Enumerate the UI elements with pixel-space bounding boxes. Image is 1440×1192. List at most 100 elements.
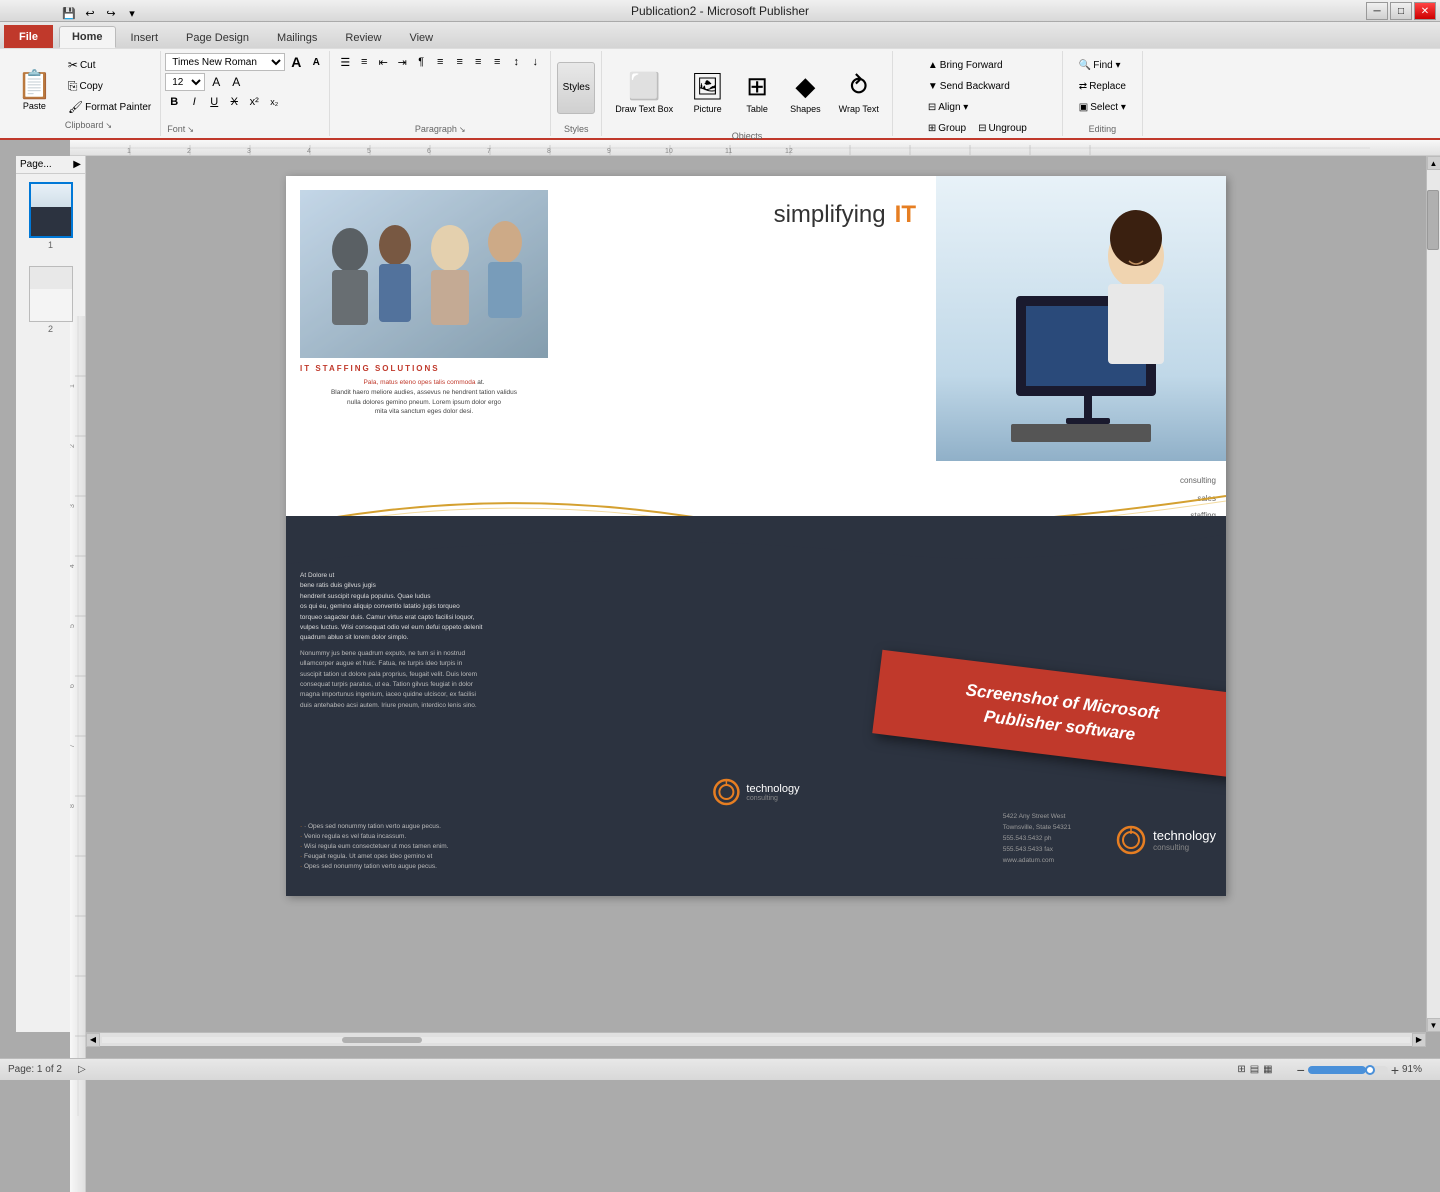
align-right-button[interactable]: ≡ [469, 53, 487, 71]
zoom-plus-button[interactable]: + [1391, 1062, 1399, 1078]
font-color-button[interactable]: A [207, 73, 225, 91]
send-backward-icon: ▼ [928, 81, 938, 92]
wrap-text-button[interactable]: ⥁ Wrap Text [832, 57, 886, 129]
editing-label: Editing [1089, 124, 1117, 134]
page-1-thumb[interactable]: 1 [27, 180, 75, 252]
font-expand-icon[interactable]: ↘ [187, 125, 194, 134]
scroll-thumb-h[interactable] [342, 1037, 422, 1043]
align-center-button[interactable]: ≡ [450, 53, 468, 71]
zoom-fill [1308, 1066, 1366, 1074]
styles-button[interactable]: Styles [557, 62, 595, 114]
superscript-button[interactable]: x² [245, 93, 263, 111]
horizontal-scrollbar[interactable]: ◀ ▶ [86, 1032, 1426, 1046]
bold-button[interactable]: B [165, 93, 183, 111]
close-button[interactable]: ✕ [1414, 2, 1436, 20]
paste-icon: 📋 [17, 68, 52, 101]
bring-forward-button[interactable]: ▲ Bring Forward [923, 55, 1032, 75]
editing-group: 🔍 Find ▾ ⇄ Replace ▣ Select ▾ Editing [1063, 51, 1143, 136]
pilcrow-button[interactable]: ¶ [412, 53, 430, 71]
scroll-up-button[interactable]: ▲ [1427, 156, 1440, 170]
scroll-down-button[interactable]: ▼ [1427, 1018, 1440, 1032]
view-3-button[interactable]: ▦ [1263, 1064, 1272, 1075]
copy-button[interactable]: ⎘ Copy [63, 76, 156, 96]
review-tab[interactable]: Review [332, 27, 394, 48]
underline-button[interactable]: U [205, 93, 223, 111]
mailings-tab[interactable]: Mailings [264, 27, 330, 48]
table-label: Table [746, 104, 768, 115]
qat-more-button[interactable]: ▾ [123, 4, 141, 22]
select-button[interactable]: ▣ Select ▾ [1074, 97, 1131, 117]
numbering-button[interactable]: ≡ [355, 53, 373, 71]
insert-tab[interactable]: Insert [118, 27, 172, 48]
group-icon: ⊞ [928, 123, 936, 134]
draw-text-box-icon: ⬜ [628, 71, 660, 102]
font-size-shrink-button[interactable]: A [307, 53, 325, 71]
text-direction-button[interactable]: ↓ [526, 53, 544, 71]
cut-icon: ✂ [68, 58, 78, 72]
page-2-thumb[interactable]: 2 [27, 264, 75, 336]
subscript-button[interactable]: x₂ [265, 93, 283, 111]
font-size-select[interactable]: 12 [165, 73, 205, 91]
save-button[interactable]: 💾 [60, 4, 78, 22]
view-2-button[interactable]: ▤ [1250, 1064, 1259, 1075]
font-family-select[interactable]: Times New Roman [165, 53, 285, 71]
svg-text:6: 6 [70, 684, 76, 688]
svg-text:3: 3 [70, 504, 76, 508]
strikethrough-button[interactable]: X [225, 93, 243, 111]
bullets-button[interactable]: ☰ [336, 53, 354, 71]
align-button[interactable]: ⊟ Align ▾ [923, 97, 1032, 117]
picture-button[interactable]: 🖼 Picture [684, 57, 731, 129]
zoom-handle[interactable] [1365, 1065, 1375, 1075]
picture-label: Picture [694, 104, 722, 115]
title-bar: 💾 ↩ ↪ ▾ Publication2 - Microsoft Publish… [0, 0, 1440, 22]
scroll-thumb-v[interactable] [1427, 190, 1439, 250]
align-left-button[interactable]: ≡ [431, 53, 449, 71]
group-button[interactable]: ⊞ Group [923, 118, 971, 138]
file-tab[interactable]: File [4, 25, 53, 48]
indent-increase-button[interactable]: ⇥ [393, 53, 411, 71]
minimize-button[interactable]: ─ [1366, 2, 1388, 20]
format-painter-button[interactable]: 🖌 Format Painter [63, 97, 156, 117]
replace-button[interactable]: ⇄ Replace [1074, 76, 1131, 96]
vertical-scrollbar[interactable]: ▲ ▼ [1426, 156, 1440, 1032]
redo-button[interactable]: ↪ [102, 4, 120, 22]
scroll-left-button[interactable]: ◀ [86, 1033, 100, 1047]
font-group: Times New Roman A A 12 A A B I U X x² x₂ [161, 51, 330, 136]
zoom-minus-button[interactable]: − [1297, 1062, 1305, 1078]
find-button[interactable]: 🔍 Find ▾ [1074, 55, 1131, 75]
undo-button[interactable]: ↩ [81, 4, 99, 22]
ungroup-button[interactable]: ⊟ Ungroup [973, 118, 1032, 138]
pages-collapse-icon[interactable]: ▶ [73, 159, 81, 170]
zoom-level[interactable]: 91% [1402, 1064, 1432, 1075]
indent-decrease-button[interactable]: ⇤ [374, 53, 392, 71]
home-tab[interactable]: Home [59, 26, 116, 48]
page-design-tab[interactable]: Page Design [173, 27, 262, 48]
view-normal-button[interactable]: ⊞ [1237, 1064, 1245, 1075]
table-button[interactable]: ⊞ Table [735, 57, 779, 129]
draw-text-box-label: Draw Text Box [615, 104, 673, 115]
canvas-area[interactable]: IT STAFFING SOLUTIONS Pala, matus eteno … [86, 156, 1426, 1032]
app-title: Publication2 - Microsoft Publisher [631, 4, 809, 18]
cut-button[interactable]: ✂ Cut [63, 55, 156, 75]
paste-button[interactable]: 📋 Paste [8, 53, 61, 125]
maximize-button[interactable]: □ [1390, 2, 1412, 20]
font-highlight-button[interactable]: A [227, 73, 245, 91]
format-painter-icon: 🖌 [68, 100, 83, 114]
scroll-right-button[interactable]: ▶ [1412, 1033, 1426, 1047]
paragraph-expand-icon[interactable]: ↘ [459, 125, 466, 134]
draw-text-box-button[interactable]: ⬜ Draw Text Box [608, 57, 680, 129]
editing-inner: 🔍 Find ▾ ⇄ Replace ▣ Select ▾ [1074, 53, 1131, 117]
zoom-slider[interactable] [1308, 1066, 1388, 1074]
view-tab[interactable]: View [396, 27, 446, 48]
svg-text:4: 4 [70, 564, 76, 568]
font-size-grow-button[interactable]: A [287, 53, 305, 71]
clipboard-expand-icon[interactable]: ↘ [105, 121, 112, 130]
svg-text:1: 1 [70, 384, 76, 388]
italic-button[interactable]: I [185, 93, 203, 111]
objects-group: ⬜ Draw Text Box 🖼 Picture ⊞ Table ◆ Shap… [602, 51, 893, 136]
svg-text:5: 5 [367, 148, 371, 155]
shapes-button[interactable]: ◆ Shapes [783, 57, 828, 129]
justify-button[interactable]: ≡ [488, 53, 506, 71]
send-backward-button[interactable]: ▼ Send Backward [923, 76, 1032, 96]
line-spacing-button[interactable]: ↕ [507, 53, 525, 71]
